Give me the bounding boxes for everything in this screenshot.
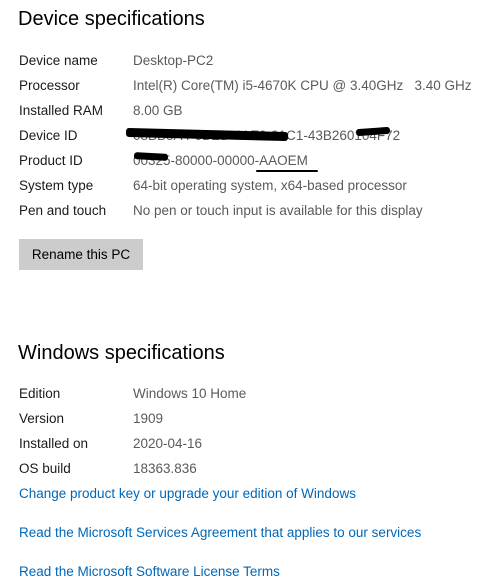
spec-label: Product ID — [19, 153, 83, 168]
windows-specifications-heading: Windows specifications — [18, 342, 225, 364]
spec-row-system-type: System type 64-bit operating system, x64… — [19, 176, 499, 196]
spec-value: Intel(R) Core(TM) i5-4670K CPU @ 3.40GHz… — [133, 78, 472, 93]
spec-value: 64-bit operating system, x64-based proce… — [133, 178, 407, 193]
spec-row-version: Version 1909 — [19, 409, 499, 429]
underline-mark — [256, 170, 318, 172]
spec-value: 1909 — [133, 411, 164, 426]
device-specifications-heading: Device specifications — [18, 8, 205, 30]
spec-label: System type — [19, 178, 94, 193]
spec-row-processor: Processor Intel(R) Core(TM) i5-4670K CPU… — [19, 76, 499, 96]
spec-row-edition: Edition Windows 10 Home — [19, 384, 499, 404]
spec-label: Version — [19, 411, 65, 426]
spec-label: Processor — [19, 78, 80, 93]
spec-value: No pen or touch input is available for t… — [133, 203, 423, 218]
spec-label: OS build — [19, 461, 71, 476]
spec-row-pen-and-touch: Pen and touch No pen or touch input is a… — [19, 201, 499, 221]
spec-value: 8.00 GB — [133, 103, 183, 118]
spec-label: Installed on — [19, 436, 89, 451]
spec-value: 2020-04-16 — [133, 436, 203, 451]
change-product-key-link[interactable]: Change product key or upgrade your editi… — [19, 484, 356, 504]
spec-value: Desktop-PC2 — [133, 53, 214, 68]
spec-label: Edition — [19, 386, 61, 401]
license-terms-link[interactable]: Read the Microsoft Software License Term… — [19, 562, 280, 582]
spec-label: Device ID — [19, 128, 78, 143]
services-agreement-link[interactable]: Read the Microsoft Services Agreement th… — [19, 523, 421, 543]
spec-value: 18363.836 — [133, 461, 197, 476]
spec-row-installed-on: Installed on 2020-04-16 — [19, 434, 499, 454]
spec-label: Pen and touch — [19, 203, 107, 218]
spec-row-os-build: OS build 18363.836 — [19, 459, 499, 479]
spec-value: Windows 10 Home — [133, 386, 247, 401]
spec-row-installed-ram: Installed RAM 8.00 GB — [19, 101, 499, 121]
spec-label: Installed RAM — [19, 103, 104, 118]
rename-this-pc-button[interactable]: Rename this PC — [19, 239, 143, 270]
spec-label: Device name — [19, 53, 98, 68]
spec-row-product-id: Product ID 00325-80000-00000-AAOEM — [19, 151, 499, 171]
spec-row-device-name: Device name Desktop-PC2 — [19, 51, 499, 71]
